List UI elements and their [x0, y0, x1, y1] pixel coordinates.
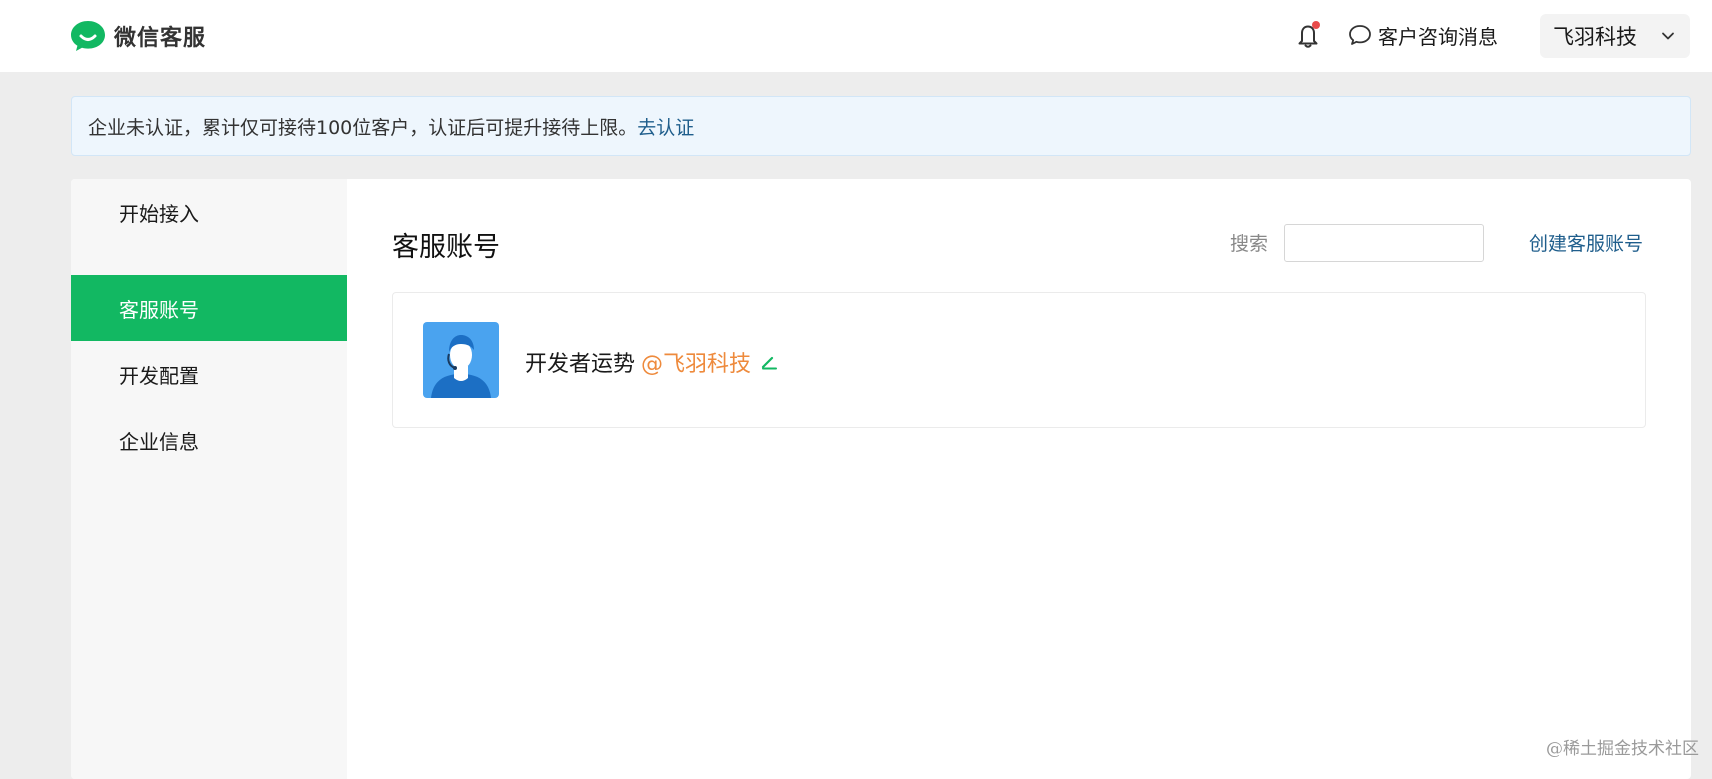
verify-link[interactable]: 去认证 — [637, 113, 694, 140]
wechat-kf-logo-icon — [71, 21, 105, 51]
notification-dot — [1312, 21, 1320, 29]
sidebar-item-label: 企业信息 — [119, 429, 199, 454]
chat-bubble-icon — [1349, 25, 1371, 45]
account-display-name: 开发者运势 — [525, 352, 636, 377]
content-area: 客服账号 搜索 创建客服账号 开发者运势 @飞羽科技 — [347, 179, 1691, 779]
customer-consult-button[interactable]: 客户咨询消息 — [1348, 20, 1498, 50]
top-bar: 微信客服 客户咨询消息 飞羽科技 — [0, 0, 1712, 72]
account-card[interactable]: 开发者运势 @飞羽科技 — [392, 292, 1646, 428]
sidebar-item-dev-config[interactable]: 开发配置 — [71, 341, 347, 407]
account-name-row: 开发者运势 @飞羽科技 — [525, 346, 779, 378]
brand[interactable]: 微信客服 — [70, 19, 206, 53]
sidebar-item-getting-started[interactable]: 开始接入 — [71, 179, 347, 245]
create-account-link[interactable]: 创建客服账号 — [1529, 229, 1643, 256]
sidebar-item-kf-accounts[interactable]: 客服账号 — [71, 275, 347, 341]
sidebar: 开始接入 客服账号 开发配置 企业信息 — [71, 179, 347, 779]
brand-name: 微信客服 — [114, 26, 207, 51]
verification-notice: 企业未认证，累计仅可接待100位客户，认证后可提升接待上限。 去认证 — [71, 96, 1691, 156]
consult-label: 客户咨询消息 — [1378, 24, 1498, 49]
search-label: 搜索 — [1230, 233, 1269, 255]
account-name: 飞羽科技 — [1553, 25, 1637, 49]
sidebar-item-label: 开始接入 — [119, 201, 199, 226]
search-input[interactable] — [1284, 224, 1484, 262]
account-org: @飞羽科技 — [641, 352, 752, 377]
notification-bell-icon[interactable] — [1294, 20, 1322, 50]
sidebar-item-label: 客服账号 — [119, 297, 199, 322]
watermark: @稀土掘金技术社区 — [1546, 739, 1699, 759]
main-panel: 开始接入 客服账号 开发配置 企业信息 客服账号 搜索 创建客服账号 开发者运势… — [71, 179, 1691, 779]
account-switcher[interactable]: 飞羽科技 — [1540, 14, 1690, 58]
notice-text: 企业未认证，累计仅可接待100位客户，认证后可提升接待上限。 — [88, 116, 638, 139]
customer-service-avatar — [423, 322, 499, 398]
edit-icon[interactable] — [759, 352, 779, 372]
chevron-down-icon — [1662, 32, 1674, 40]
sidebar-item-label: 开发配置 — [119, 363, 199, 388]
page-title: 客服账号 — [392, 232, 500, 263]
sidebar-item-company-info[interactable]: 企业信息 — [71, 407, 347, 473]
